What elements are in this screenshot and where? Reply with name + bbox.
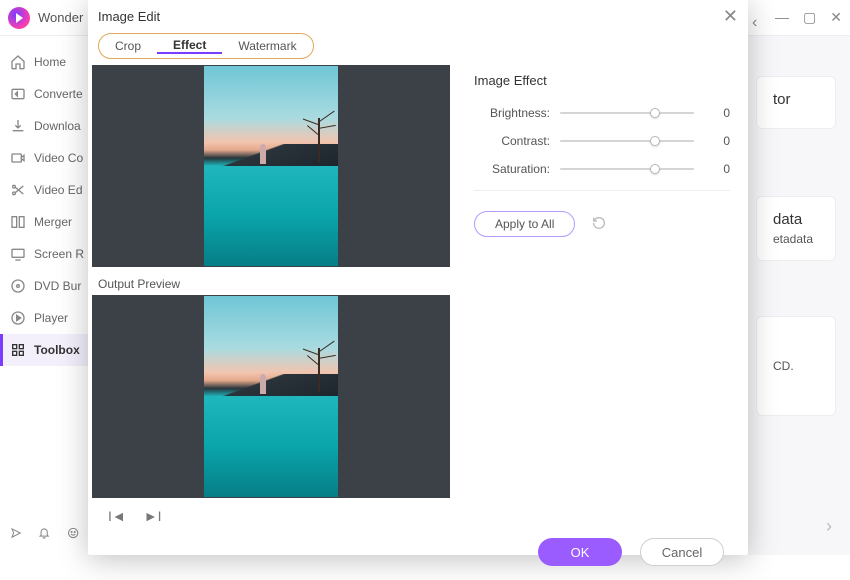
sidebar-item-home[interactable]: Home: [0, 46, 89, 78]
convert-icon: [10, 86, 26, 102]
input-preview: [92, 65, 450, 267]
home-icon: [10, 54, 26, 70]
input-preview-image: [204, 66, 338, 266]
dialog-close-icon[interactable]: ✕: [723, 6, 738, 27]
sidebar-item-label: Home: [34, 55, 66, 69]
sidebar-item-screen-recorder[interactable]: Screen R: [0, 238, 89, 270]
sidebar-item-video-editor[interactable]: Video Ed: [0, 174, 89, 206]
sidebar-item-dvd-burner[interactable]: DVD Bur: [0, 270, 89, 302]
sidebar-item-label: Video Ed: [34, 183, 83, 197]
contrast-label: Contrast:: [474, 134, 560, 148]
bg-card-top: tor: [756, 76, 836, 129]
sidebar-item-label: Toolbox: [34, 343, 80, 357]
edit-mode-tabs: Crop Effect Watermark: [98, 33, 314, 59]
saturation-value: 0: [706, 162, 730, 176]
sidebar-item-video-compressor[interactable]: Video Co: [0, 142, 89, 174]
transport-controls: I◄ ►I: [88, 502, 748, 532]
record-icon: [10, 246, 26, 262]
carousel-next-icon[interactable]: ›: [826, 516, 832, 537]
saturation-row: Saturation: 0: [474, 162, 730, 176]
apply-to-all-button[interactable]: Apply to All: [474, 211, 575, 237]
bg-card-top-title: tor: [773, 91, 819, 108]
bg-card-mid-sub: etadata: [773, 232, 819, 246]
tab-crop[interactable]: Crop: [99, 39, 157, 53]
preview-column: Crop Effect Watermark Output Preview: [88, 33, 448, 498]
contrast-row: Contrast: 0: [474, 134, 730, 148]
sidebar-item-label: Downloa: [34, 119, 81, 133]
scissors-icon: [10, 182, 26, 198]
sidebar-item-merger[interactable]: Merger: [0, 206, 89, 238]
bg-card-mid: data etadata: [756, 196, 836, 261]
merger-icon: [10, 214, 26, 230]
dialog-titlebar: Image Edit ✕: [88, 0, 748, 33]
cancel-button[interactable]: Cancel: [640, 538, 724, 566]
ok-button[interactable]: OK: [538, 538, 622, 566]
brightness-value: 0: [706, 106, 730, 120]
tab-effect[interactable]: Effect: [157, 38, 222, 54]
sidebar-item-downloader[interactable]: Downloa: [0, 110, 89, 142]
effect-controls: Image Effect Brightness: 0 Contrast: 0 S…: [448, 33, 748, 498]
back-chevron-icon[interactable]: ‹: [752, 14, 757, 32]
dialog-title: Image Edit: [98, 9, 160, 24]
sidebar-item-label: Player: [34, 311, 68, 325]
toolbox-icon: [10, 342, 26, 358]
dialog-footer: OK Cancel: [88, 532, 748, 580]
brightness-label: Brightness:: [474, 106, 560, 120]
window-maximize-icon[interactable]: ▢: [803, 9, 816, 26]
sidebar-item-label: Screen R: [34, 247, 84, 261]
bg-card-bot: CD.: [756, 316, 836, 416]
app-logo-icon: [8, 7, 30, 29]
saturation-slider[interactable]: 0: [560, 162, 730, 176]
sidebar: Home Converte Downloa Video Co Video Ed …: [0, 36, 90, 555]
output-preview-image: [204, 296, 338, 497]
bg-card-bot-text: CD.: [773, 359, 794, 373]
divider: [474, 190, 730, 191]
app-title: Wonder: [38, 10, 83, 25]
prev-frame-icon[interactable]: I◄: [108, 508, 126, 524]
bell-icon[interactable]: [38, 525, 50, 541]
sidebar-item-player[interactable]: Player: [0, 302, 89, 334]
image-edit-dialog: Image Edit ✕ Crop Effect Watermark Outpu…: [88, 0, 748, 555]
window-minimize-icon[interactable]: —: [775, 9, 789, 26]
sidebar-item-converter[interactable]: Converte: [0, 78, 89, 110]
tab-watermark[interactable]: Watermark: [222, 39, 312, 53]
sidebar-item-label: Merger: [34, 215, 72, 229]
window-close-icon[interactable]: ✕: [830, 9, 842, 26]
next-frame-icon[interactable]: ►I: [144, 508, 162, 524]
download-icon: [10, 118, 26, 134]
contrast-value: 0: [706, 134, 730, 148]
output-preview-label: Output Preview: [92, 271, 448, 295]
brightness-slider[interactable]: 0: [560, 106, 730, 120]
saturation-label: Saturation:: [474, 162, 560, 176]
output-preview: [92, 295, 450, 498]
video-compress-icon: [10, 150, 26, 166]
sidebar-item-label: Converte: [34, 87, 83, 101]
reset-icon[interactable]: [591, 215, 607, 234]
smile-icon[interactable]: [67, 525, 79, 541]
sidebar-item-label: DVD Bur: [34, 279, 81, 293]
sidebar-bottom-icons: [0, 515, 89, 555]
send-icon[interactable]: [10, 525, 22, 541]
brightness-row: Brightness: 0: [474, 106, 730, 120]
play-icon: [10, 310, 26, 326]
sidebar-item-label: Video Co: [34, 151, 83, 165]
contrast-slider[interactable]: 0: [560, 134, 730, 148]
disc-icon: [10, 278, 26, 294]
bg-card-mid-title: data: [773, 211, 819, 228]
sidebar-item-toolbox[interactable]: Toolbox: [0, 334, 89, 366]
effect-section-title: Image Effect: [474, 73, 730, 88]
